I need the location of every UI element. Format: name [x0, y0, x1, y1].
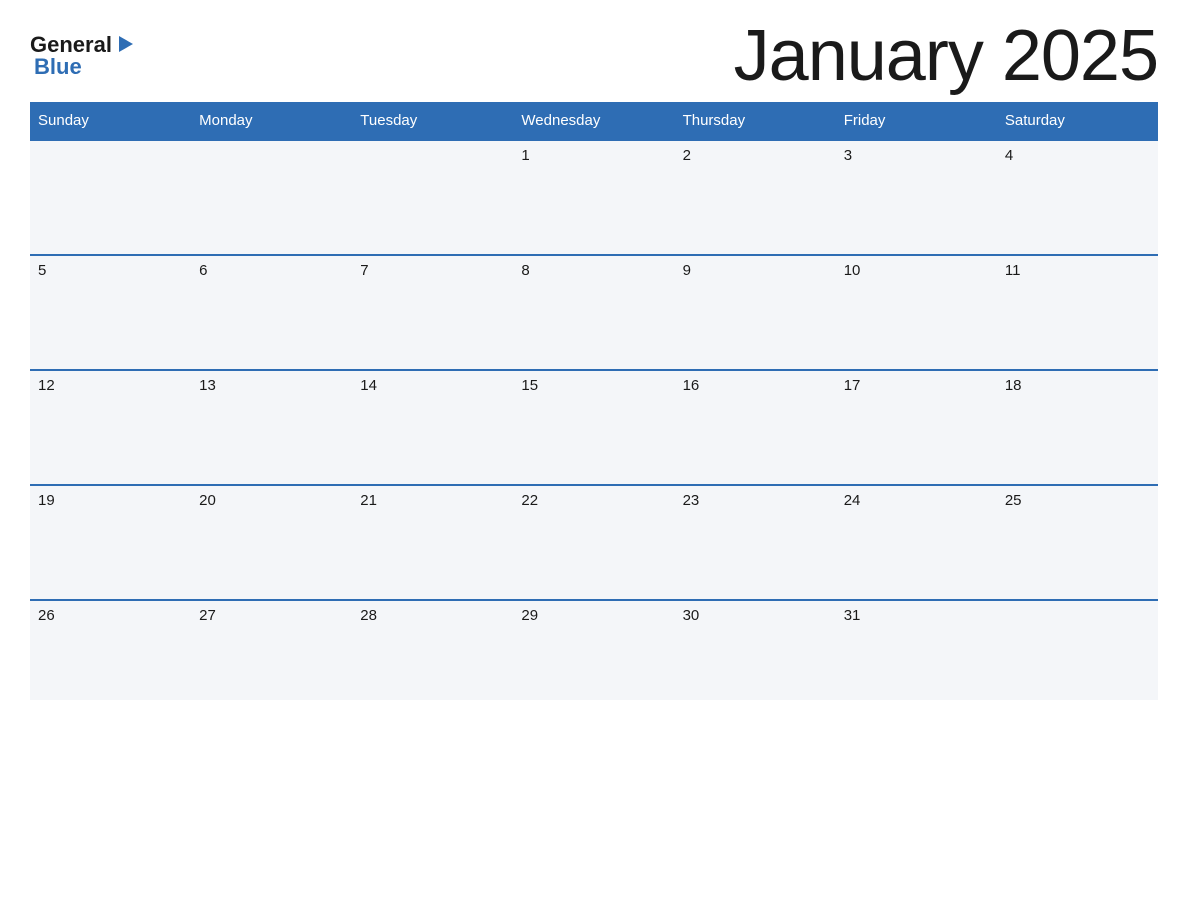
calendar-cell: 18: [997, 370, 1158, 485]
day-number: 31: [844, 607, 861, 624]
col-friday: Friday: [836, 102, 997, 140]
calendar-header-row: Sunday Monday Tuesday Wednesday Thursday…: [30, 102, 1158, 140]
page: General Blue January 2025 Sunday Monday …: [0, 0, 1188, 918]
day-number: 20: [199, 492, 216, 509]
calendar-table: Sunday Monday Tuesday Wednesday Thursday…: [30, 102, 1158, 700]
calendar-cell: 5: [30, 255, 191, 370]
day-number: 24: [844, 492, 861, 509]
day-number: 8: [521, 262, 529, 279]
calendar-cell: 26: [30, 600, 191, 700]
day-number: 17: [844, 377, 861, 394]
col-sunday: Sunday: [30, 102, 191, 140]
calendar-week-row: 19 20 21 22 23 24 25: [30, 485, 1158, 600]
calendar-cell: [352, 140, 513, 255]
day-number: 7: [360, 262, 368, 279]
calendar-cell: 6: [191, 255, 352, 370]
header: General Blue January 2025: [30, 20, 1158, 92]
logo-general-text: General: [30, 34, 112, 56]
day-number: 12: [38, 377, 55, 394]
calendar-cell: 10: [836, 255, 997, 370]
col-wednesday: Wednesday: [513, 102, 674, 140]
day-number: 11: [1005, 262, 1021, 279]
day-number: 18: [1005, 377, 1022, 394]
calendar-cell: 23: [675, 485, 836, 600]
calendar-cell: 19: [30, 485, 191, 600]
day-number: 25: [1005, 492, 1022, 509]
day-number: 16: [683, 377, 700, 394]
day-number: 9: [683, 262, 691, 279]
day-number: 4: [1005, 147, 1013, 164]
calendar-cell: 2: [675, 140, 836, 255]
calendar-week-row: 26 27 28 29 30 31: [30, 600, 1158, 700]
day-number: 23: [683, 492, 700, 509]
day-number: 5: [38, 262, 46, 279]
day-number: 14: [360, 377, 377, 394]
calendar-week-row: 12 13 14 15 16 17 18: [30, 370, 1158, 485]
col-saturday: Saturday: [997, 102, 1158, 140]
calendar-cell: 25: [997, 485, 1158, 600]
calendar-week-row: 1 2 3 4: [30, 140, 1158, 255]
calendar-cell: 1: [513, 140, 674, 255]
logo-blue-text: Blue: [34, 56, 82, 78]
day-number: 27: [199, 607, 216, 624]
day-number: 22: [521, 492, 538, 509]
col-tuesday: Tuesday: [352, 102, 513, 140]
day-number: 28: [360, 607, 377, 624]
calendar-cell: 24: [836, 485, 997, 600]
calendar-cell: 11: [997, 255, 1158, 370]
calendar-cell: [997, 600, 1158, 700]
day-number: 21: [360, 492, 377, 509]
calendar-cell: 20: [191, 485, 352, 600]
day-number: 19: [38, 492, 55, 509]
calendar-cell: 14: [352, 370, 513, 485]
calendar-cell: 4: [997, 140, 1158, 255]
calendar-cell: 28: [352, 600, 513, 700]
day-number: 15: [521, 377, 538, 394]
logo-arrow-icon: [115, 34, 135, 54]
calendar-cell: 29: [513, 600, 674, 700]
day-number: 29: [521, 607, 538, 624]
day-number: 10: [844, 262, 861, 279]
calendar-cell: 15: [513, 370, 674, 485]
calendar-cell: 16: [675, 370, 836, 485]
logo: General Blue: [30, 34, 135, 78]
day-number: 1: [521, 147, 529, 164]
day-number: 2: [683, 147, 691, 164]
day-number: 13: [199, 377, 216, 394]
calendar-cell: 9: [675, 255, 836, 370]
day-number: 6: [199, 262, 207, 279]
calendar-cell: 3: [836, 140, 997, 255]
calendar-cell: 7: [352, 255, 513, 370]
calendar-cell: [191, 140, 352, 255]
col-monday: Monday: [191, 102, 352, 140]
calendar-cell: 13: [191, 370, 352, 485]
day-number: 3: [844, 147, 852, 164]
calendar-cell: 8: [513, 255, 674, 370]
calendar-cell: 17: [836, 370, 997, 485]
col-thursday: Thursday: [675, 102, 836, 140]
calendar-cell: 30: [675, 600, 836, 700]
month-title: January 2025: [734, 20, 1158, 92]
calendar-cell: 12: [30, 370, 191, 485]
day-number: 26: [38, 607, 55, 624]
calendar-week-row: 5 6 7 8 9 10 11: [30, 255, 1158, 370]
calendar-cell: 27: [191, 600, 352, 700]
calendar-cell: 22: [513, 485, 674, 600]
calendar-cell: [30, 140, 191, 255]
calendar-cell: 21: [352, 485, 513, 600]
calendar-cell: 31: [836, 600, 997, 700]
day-number: 30: [683, 607, 700, 624]
